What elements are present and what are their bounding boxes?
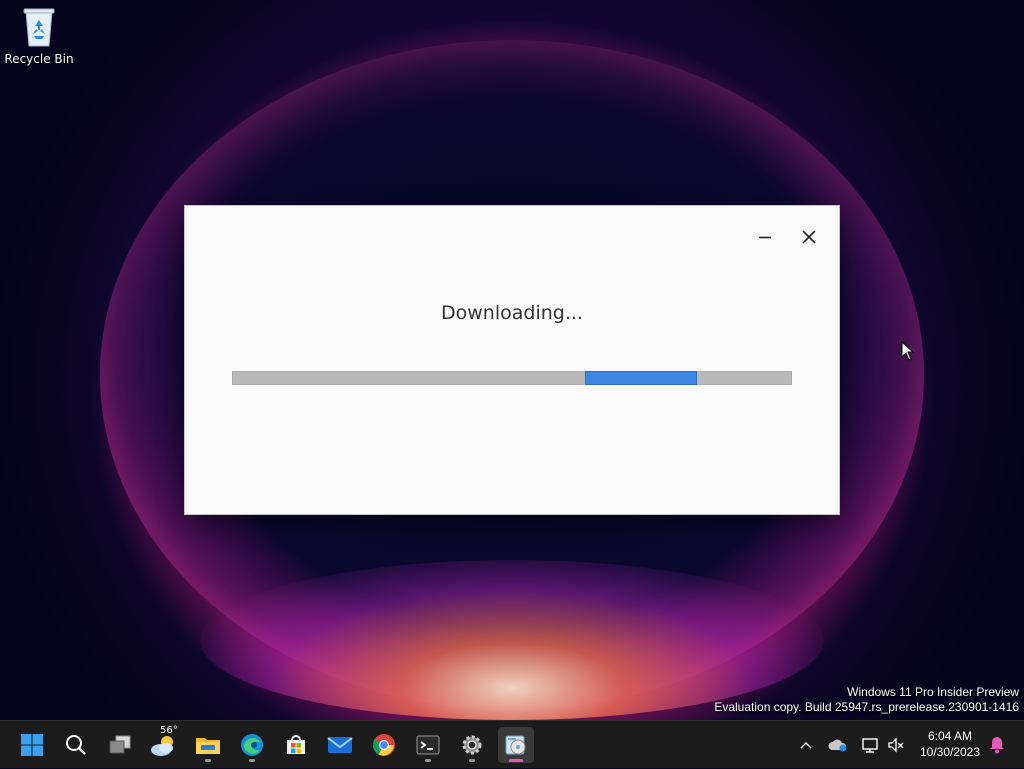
download-dialog: Downloading...	[184, 205, 840, 515]
gear-icon	[462, 735, 482, 755]
active-indicator	[509, 759, 523, 762]
taskbar: 56° 6:04 AM 10/30/2023	[0, 720, 1024, 768]
recycle-bin-icon	[22, 6, 56, 48]
onedrive-cloud-icon	[828, 739, 847, 752]
chevron-up-icon	[800, 742, 812, 749]
watermark-line-1: Windows 11 Pro Insider Preview	[847, 685, 1019, 699]
start-button[interactable]	[14, 727, 50, 763]
terminal-icon	[416, 735, 440, 755]
progress-marquee-indicator	[585, 371, 697, 385]
file-explorer-button[interactable]	[190, 727, 226, 763]
onedrive-tray-button[interactable]	[826, 721, 850, 769]
running-indicator	[205, 759, 211, 762]
terminal-button[interactable]	[410, 727, 446, 763]
bell-icon	[990, 737, 1004, 754]
weather-temperature: 56°	[160, 725, 178, 736]
running-indicator	[425, 759, 431, 762]
mail-button[interactable]	[322, 727, 358, 763]
download-progress-bar	[232, 371, 792, 385]
desktop-icon-recycle-bin[interactable]: Recycle Bin	[4, 6, 74, 66]
taskbar-clock[interactable]: 6:04 AM 10/30/2023	[912, 728, 988, 760]
volume-muted-icon	[888, 737, 904, 753]
evaluation-watermark: Windows 11 Pro Insider Preview Evaluatio…	[714, 685, 1019, 715]
close-icon	[802, 230, 816, 244]
show-hidden-icons-button[interactable]	[794, 721, 818, 769]
folder-icon	[196, 738, 220, 754]
chrome-icon	[373, 734, 395, 756]
minimize-icon	[759, 236, 771, 239]
desktop-icon-label: Recycle Bin	[4, 52, 74, 66]
mouse-cursor-icon	[901, 341, 915, 361]
task-view-button[interactable]	[102, 727, 138, 763]
network-tray-button[interactable]	[858, 721, 882, 769]
notifications-button[interactable]	[986, 721, 1008, 769]
store-icon	[287, 735, 305, 754]
mail-icon	[327, 737, 353, 753]
weather-widget[interactable]: 56°	[146, 725, 182, 763]
windows-logo-icon	[21, 734, 43, 756]
edge-button[interactable]	[234, 727, 270, 763]
weather-icon	[151, 736, 173, 756]
download-status-text: Downloading...	[441, 302, 583, 324]
minimize-button[interactable]	[745, 222, 785, 252]
watermark-line-2: Evaluation copy. Build 25947.rs_prerelea…	[714, 700, 1019, 714]
chrome-button[interactable]	[366, 727, 402, 763]
close-button[interactable]	[789, 222, 829, 252]
clock-date: 10/30/2023	[919, 745, 981, 759]
store-button[interactable]	[278, 727, 314, 763]
search-icon	[66, 735, 86, 755]
running-indicator	[249, 759, 255, 762]
setup-app-button[interactable]	[498, 727, 534, 763]
search-button[interactable]	[58, 727, 94, 763]
running-indicator	[469, 759, 475, 762]
task-view-icon	[109, 735, 131, 754]
edge-icon	[241, 734, 263, 756]
setup-icon	[505, 735, 526, 755]
clock-time: 6:04 AM	[927, 729, 973, 743]
settings-button[interactable]	[454, 727, 490, 763]
volume-tray-button[interactable]	[884, 721, 908, 769]
network-icon	[862, 738, 878, 753]
